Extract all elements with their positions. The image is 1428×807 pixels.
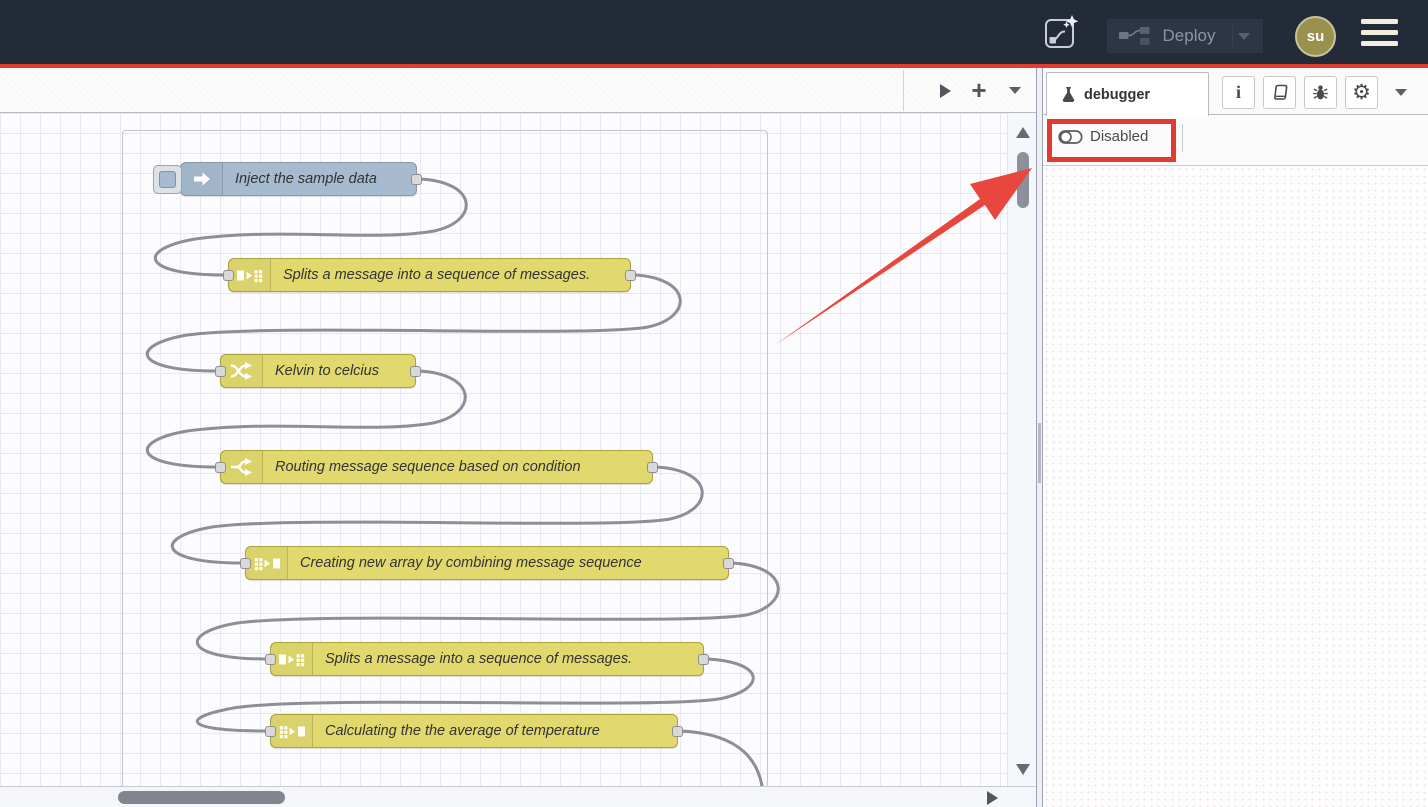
debugger-enable-toggle[interactable]: Disabled — [1058, 128, 1148, 145]
debugger-panel-content — [1043, 166, 1428, 807]
deploy-options-button[interactable] — [1232, 26, 1255, 46]
bug-icon — [1312, 84, 1329, 101]
node-input-port[interactable] — [240, 558, 251, 569]
sidebar-tabs: debugger i ⚙ — [1043, 68, 1428, 115]
node-label: Calculating the the average of temperatu… — [313, 723, 612, 739]
triangle-right-icon — [939, 83, 952, 99]
node-label: Creating new array by combining message … — [288, 555, 654, 571]
node-input-port[interactable] — [223, 270, 234, 281]
add-flow-button[interactable]: + — [962, 68, 996, 113]
flow-tabbar: + — [0, 68, 1036, 113]
debugger-toggle-label: Disabled — [1090, 128, 1148, 145]
deploy-button-label: Deploy — [1160, 26, 1218, 46]
inject-arrow-icon — [181, 163, 223, 195]
sidebar-tab-config-button[interactable]: ⚙ — [1345, 76, 1378, 109]
triangle-down-icon — [1015, 763, 1031, 776]
flow-node-split[interactable]: Splits a message into a sequence of mess… — [270, 642, 704, 676]
chevron-down-icon — [1394, 88, 1408, 97]
plus-icon: + — [971, 77, 986, 104]
node-label: Kelvin to celcius — [263, 363, 391, 379]
node-label: Routing message sequence based on condit… — [263, 459, 593, 475]
main-area: + Inject the sample data Splits a message… — [0, 68, 1428, 807]
debugger-toolbar: Disabled — [1043, 115, 1428, 166]
sidebar-tab-info-button[interactable]: i — [1222, 76, 1255, 109]
chevron-down-icon — [1237, 32, 1251, 41]
inject-trigger-button[interactable] — [153, 165, 182, 194]
horizontal-scrollbar-thumb[interactable] — [118, 791, 285, 804]
vertical-scrollbar[interactable] — [1007, 113, 1036, 786]
node-input-port[interactable] — [215, 462, 226, 473]
shuffle-icon — [221, 355, 263, 387]
triangle-right-icon — [986, 790, 999, 806]
hamburger-menu-icon — [1361, 19, 1398, 46]
scroll-tabs-right-button[interactable] — [928, 68, 962, 113]
divider-grip[interactable] — [1038, 423, 1041, 483]
node-output-port[interactable] — [672, 726, 683, 737]
chevron-down-icon — [1008, 86, 1022, 95]
horizontal-scrollbar[interactable] — [0, 786, 1036, 807]
fork-icon — [221, 451, 263, 483]
node-output-port[interactable] — [698, 654, 709, 665]
flow-node-change[interactable]: Kelvin to celcius — [220, 354, 416, 388]
gear-icon: ⚙ — [1352, 82, 1371, 104]
sidebar: debugger i ⚙ Disabled — [1043, 68, 1428, 807]
node-output-port[interactable] — [411, 174, 422, 185]
flow-assistant-icon — [1042, 13, 1080, 51]
node-output-port[interactable] — [410, 366, 421, 377]
node-input-port[interactable] — [265, 726, 276, 737]
split-icon — [229, 259, 271, 291]
toolbar-separator — [1182, 124, 1183, 152]
triangle-up-icon — [1015, 126, 1031, 139]
node-input-port[interactable] — [215, 366, 226, 377]
inject-trigger-inner — [159, 171, 176, 188]
join-icon — [246, 547, 288, 579]
node-output-port[interactable] — [723, 558, 734, 569]
node-input-port[interactable] — [265, 654, 276, 665]
flow-list-button[interactable] — [1000, 68, 1030, 113]
flow-node-join[interactable]: Creating new array by combining message … — [245, 546, 729, 580]
sidebar-resize-divider[interactable] — [1036, 68, 1043, 807]
split-icon — [271, 643, 313, 675]
scroll-up-button[interactable] — [1015, 125, 1031, 140]
node-output-port[interactable] — [647, 462, 658, 473]
node-output-port[interactable] — [625, 270, 636, 281]
join-icon — [271, 715, 313, 747]
sidebar-tab-help-button[interactable] — [1263, 76, 1296, 109]
sidebar-more-tabs-button[interactable] — [1390, 84, 1412, 100]
deploy-nodes-icon — [1119, 26, 1150, 46]
toggle-off-icon — [1058, 129, 1083, 145]
flask-icon — [1061, 86, 1076, 103]
vertical-scrollbar-thumb[interactable] — [1017, 152, 1029, 208]
main-menu-button[interactable] — [1360, 0, 1398, 64]
node-label: Splits a message into a sequence of mess… — [313, 651, 644, 667]
sidebar-tab-debug-button[interactable] — [1304, 76, 1337, 109]
flow-node-join[interactable]: Calculating the the average of temperatu… — [270, 714, 678, 748]
user-avatar[interactable]: su — [1295, 16, 1336, 57]
book-icon — [1271, 84, 1288, 101]
tabbar-separator — [903, 70, 904, 111]
flow-canvas[interactable]: Inject the sample data Splits a message i… — [0, 113, 1036, 786]
scroll-right-button[interactable] — [983, 790, 1001, 806]
flow-node-inject[interactable]: Inject the sample data — [180, 162, 417, 196]
node-label: Inject the sample data — [223, 171, 389, 187]
deploy-button[interactable]: Deploy — [1107, 19, 1263, 53]
info-icon: i — [1236, 83, 1241, 103]
sidebar-tab-debugger[interactable]: debugger — [1046, 72, 1209, 116]
header-bar: Deploy su — [0, 0, 1428, 64]
node-label: Splits a message into a sequence of mess… — [271, 267, 602, 283]
scroll-down-button[interactable] — [1015, 762, 1031, 777]
flow-node-switch[interactable]: Routing message sequence based on condit… — [220, 450, 653, 484]
sidebar-tab-label: debugger — [1084, 87, 1150, 103]
flow-assistant-button[interactable] — [1040, 0, 1082, 64]
flow-node-split[interactable]: Splits a message into a sequence of mess… — [228, 258, 631, 292]
